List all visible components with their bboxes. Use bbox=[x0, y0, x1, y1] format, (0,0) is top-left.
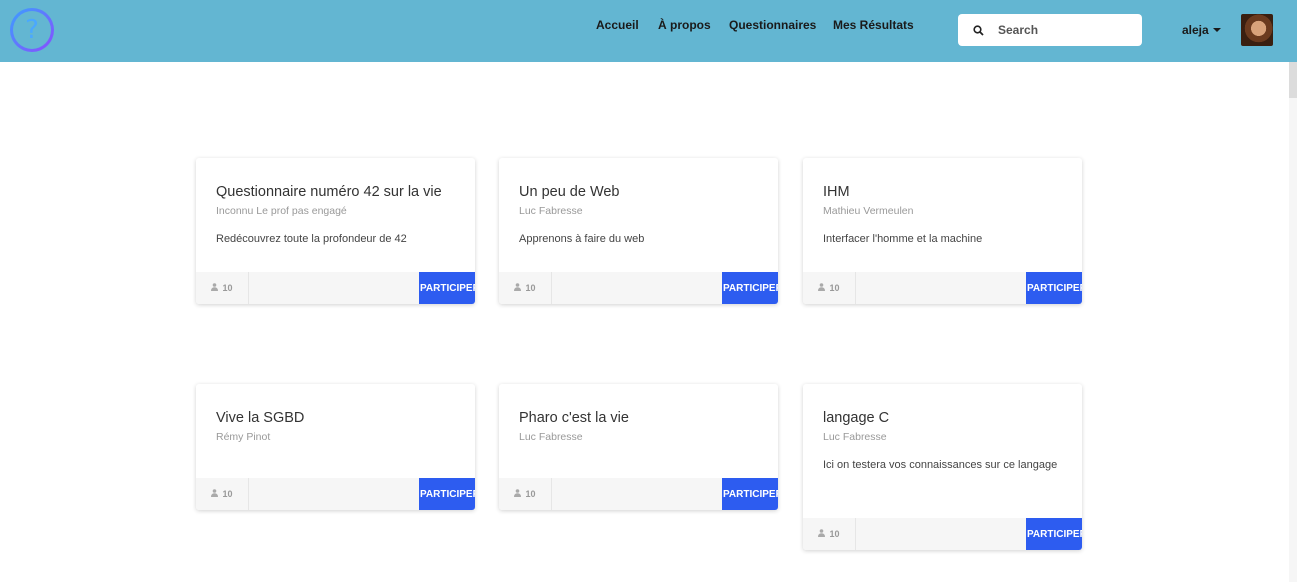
participer-button[interactable]: PARTICIPER bbox=[722, 272, 778, 304]
card-author: Mathieu Vermeulen bbox=[823, 205, 914, 217]
participer-button[interactable]: PARTICIPER bbox=[722, 478, 778, 510]
questionnaire-card: IHM Mathieu Vermeulen Interfacer l'homme… bbox=[803, 158, 1082, 304]
search-box bbox=[958, 14, 1142, 46]
nav-link-accueil[interactable]: Accueil bbox=[596, 18, 639, 32]
card-description: Redécouvrez toute la profondeur de 42 bbox=[216, 233, 407, 245]
card-author: Luc Fabresse bbox=[823, 431, 887, 443]
scrollbar-thumb[interactable] bbox=[1289, 62, 1297, 98]
card-footer: 10 PARTICIPER bbox=[803, 272, 1082, 304]
card-title: Vive la SGBD bbox=[216, 410, 305, 426]
card-title: langage C bbox=[823, 410, 890, 426]
card-footer: 10 PARTICIPER bbox=[499, 272, 778, 304]
questionnaire-card: Questionnaire numéro 42 sur la vie Incon… bbox=[196, 158, 475, 304]
user-icon bbox=[514, 489, 522, 499]
participer-button[interactable]: PARTICIPER bbox=[419, 272, 475, 304]
card-description: Apprenons à faire du web bbox=[519, 233, 645, 245]
user-icon bbox=[818, 283, 826, 293]
nav-link-mes-resultats[interactable]: Mes Résultats bbox=[833, 18, 914, 32]
nav-link-a-propos[interactable]: À propos bbox=[658, 18, 711, 32]
user-menu-dropdown[interactable]: aleja bbox=[1182, 23, 1221, 37]
questionnaire-card: Pharo c'est la vie Luc Fabresse 10 PARTI… bbox=[499, 384, 778, 510]
participant-count: 10 bbox=[196, 272, 249, 304]
caret-down-icon bbox=[1212, 28, 1221, 32]
card-author: Luc Fabresse bbox=[519, 205, 583, 217]
card-author: Rémy Pinot bbox=[216, 431, 271, 443]
scrollbar-track[interactable] bbox=[1289, 62, 1297, 582]
participer-button[interactable]: PARTICIPER bbox=[1026, 272, 1082, 304]
card-description: Interfacer l'homme et la machine bbox=[823, 233, 983, 245]
card-author: Inconnu Le prof pas engagé bbox=[216, 205, 347, 217]
nav-link-questionnaires[interactable]: Questionnaires bbox=[729, 18, 816, 32]
user-icon bbox=[514, 283, 522, 293]
card-title: IHM bbox=[823, 184, 850, 200]
participant-count: 10 bbox=[499, 272, 552, 304]
questionnaire-card: langage C Luc Fabresse Ici on testera vo… bbox=[803, 384, 1082, 550]
participer-button[interactable]: PARTICIPER bbox=[1026, 518, 1082, 550]
participant-count: 10 bbox=[196, 478, 249, 510]
card-footer: 10 PARTICIPER bbox=[803, 518, 1082, 550]
participant-count: 10 bbox=[803, 518, 856, 550]
questionnaire-card: Vive la SGBD Rémy Pinot 10 PARTICIPER bbox=[196, 384, 475, 510]
user-icon bbox=[211, 283, 219, 293]
participant-count: 10 bbox=[499, 478, 552, 510]
card-title: Pharo c'est la vie bbox=[519, 410, 629, 426]
card-footer: 10 PARTICIPER bbox=[196, 272, 475, 304]
card-title: Questionnaire numéro 42 sur la vie bbox=[216, 184, 442, 200]
user-icon bbox=[818, 529, 826, 539]
participant-count: 10 bbox=[803, 272, 856, 304]
user-name: aleja bbox=[1182, 23, 1209, 37]
search-input[interactable] bbox=[998, 23, 1128, 37]
avatar[interactable] bbox=[1241, 14, 1273, 46]
card-title: Un peu de Web bbox=[519, 184, 620, 200]
user-icon bbox=[211, 489, 219, 499]
questionnaire-card: Un peu de Web Luc Fabresse Apprenons à f… bbox=[499, 158, 778, 304]
card-description: Ici on testera vos connaissances sur ce … bbox=[823, 459, 1058, 471]
card-footer: 10 PARTICIPER bbox=[196, 478, 475, 510]
logo-icon[interactable]: ? bbox=[10, 8, 54, 52]
search-icon bbox=[958, 24, 998, 36]
card-author: Luc Fabresse bbox=[519, 431, 583, 443]
navbar: ? Accueil À propos Questionnaires Mes Ré… bbox=[0, 0, 1297, 62]
card-footer: 10 PARTICIPER bbox=[499, 478, 778, 510]
participer-button[interactable]: PARTICIPER bbox=[419, 478, 475, 510]
